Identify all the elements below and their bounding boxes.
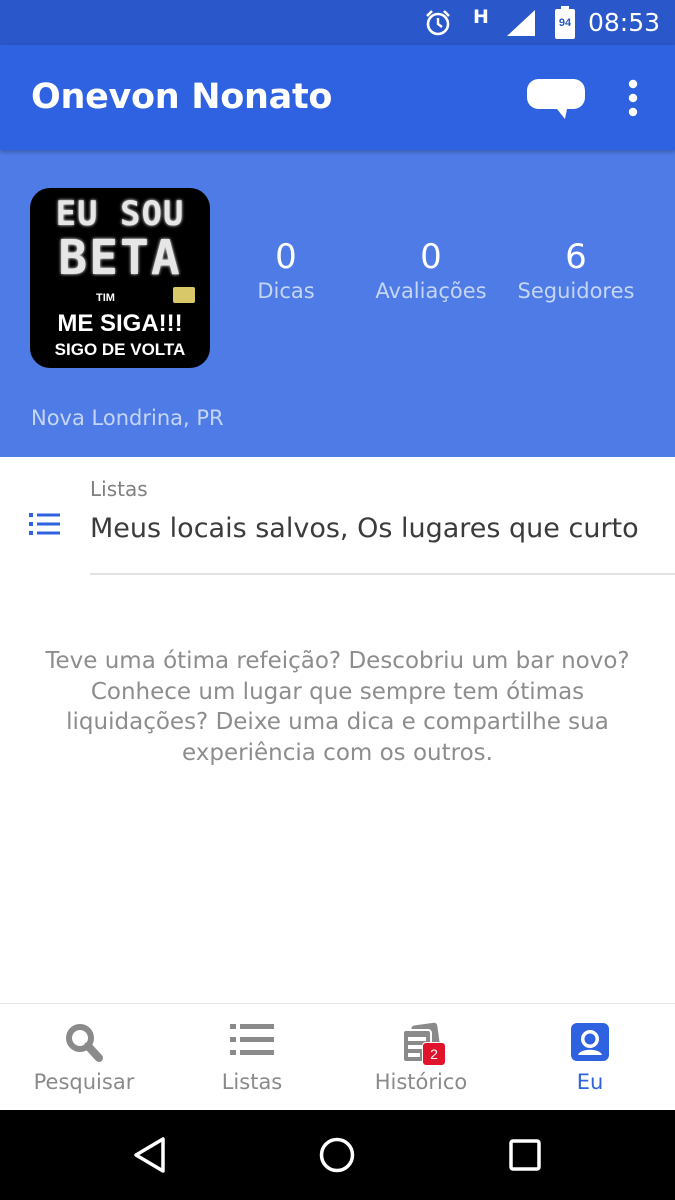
more-vert-icon [628,79,638,117]
stat-followers[interactable]: 6 Seguidores [506,235,646,303]
status-bar: H 94 08:53 [0,0,675,45]
profile-icon [571,1023,609,1061]
recents-button[interactable] [504,1134,546,1176]
stat-ratings-label: Avaliações [375,279,487,303]
nav-label-search: Pesquisar [33,1070,135,1094]
system-nav-bar [0,1110,675,1200]
nav-item-me[interactable]: Eu [506,1004,674,1111]
bottom-nav: Pesquisar Listas Histórico Eu [0,1003,675,1111]
nav-item-search[interactable]: Pesquisar [0,1004,168,1111]
nav-item-lists[interactable]: Listas [168,1004,336,1111]
empty-state-message: Teve uma ótima refeição? Descobriu um ba… [45,648,630,766]
avatar-text-line4: SIGO DE VOLTA [54,340,186,359]
back-triangle-icon [134,1137,165,1173]
avatar[interactable]: EU SOU BETA TIM ME SIGA!!! SIGO DE VOLTA [30,188,210,368]
nav-label-lists: Listas [221,1070,283,1094]
home-circle-icon [319,1137,355,1173]
stat-ratings[interactable]: 0 Avaliações [361,235,501,303]
nav-label-history: Histórico [374,1070,468,1094]
stat-tips[interactable]: 0 Dicas [216,235,356,303]
clock-time: 08:53 [587,8,660,37]
avatar-text-line1: EU SOU [55,194,185,234]
search-icon [66,1024,103,1062]
recents-square-icon [509,1139,541,1171]
stat-followers-value: 6 [565,237,587,277]
list-icon [230,1024,274,1055]
chat-bubble-icon [527,79,585,119]
history-count-badge: 2 [422,1042,446,1066]
avatar-text-line3: ME SIGA!!! [57,310,183,337]
lists-row[interactable]: Listas Meus locais salvos, Os lugares qu… [0,457,675,575]
back-button[interactable] [128,1134,170,1176]
chat-button[interactable] [525,75,587,123]
lists-value: Meus locais salvos, Os lugares que curto [90,513,639,544]
location-text: Nova Londrina, PR [31,406,224,430]
avatar-brand: TIM [96,292,115,304]
signal-icon [505,0,537,45]
stat-tips-value: 0 [275,237,297,277]
nav-item-history[interactable]: Histórico [337,1004,505,1111]
network-type-label: H [473,5,489,28]
stat-ratings-value: 0 [420,237,442,277]
lists-caption: Listas [90,477,148,501]
home-button[interactable] [316,1134,358,1176]
profile-header: EU SOU BETA TIM ME SIGA!!! SIGO DE VOLTA… [0,150,675,457]
sim-chip-icon [173,287,195,303]
stat-followers-label: Seguidores [517,279,635,303]
alarm-icon [423,0,453,45]
battery-level: 94 [558,16,572,29]
list-icon [29,513,60,535]
avatar-text-line2: BETA [58,230,182,286]
more-options-button[interactable] [618,75,648,121]
divider [90,573,675,575]
page-title: Onevon Nonato [31,77,333,117]
nav-label-me: Eu [576,1070,604,1094]
app-bar: Onevon Nonato [0,45,675,150]
stat-tips-label: Dicas [257,279,315,303]
